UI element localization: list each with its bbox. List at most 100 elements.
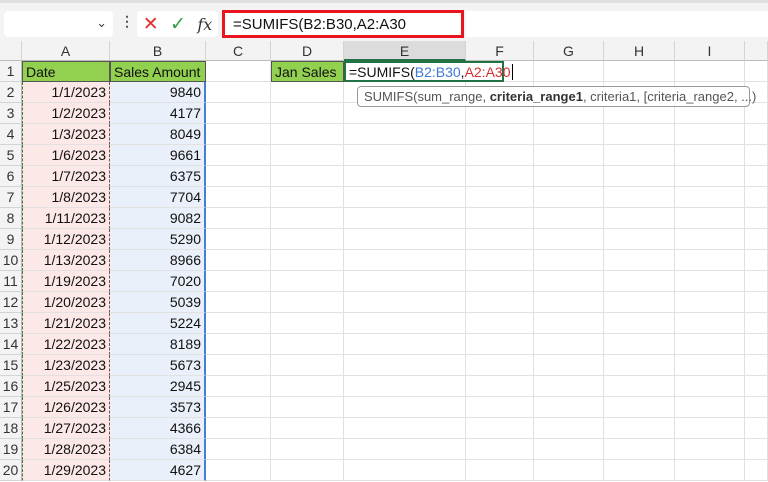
column-header-E[interactable]: E [344,41,466,61]
cell[interactable] [271,397,344,418]
more-options-icon[interactable]: ⋮ [120,13,134,30]
name-box[interactable]: ⌄ [4,11,113,37]
cell[interactable] [675,292,745,313]
cell[interactable] [344,418,466,439]
cell[interactable] [466,187,534,208]
row-header-14[interactable]: 14 [0,334,22,355]
cell[interactable] [604,334,675,355]
cell[interactable] [466,313,534,334]
cell[interactable] [745,229,768,250]
sales-amount-cell[interactable]: 5290 [110,229,206,250]
row-header-10[interactable]: 10 [0,250,22,271]
row-header-8[interactable]: 8 [0,208,22,229]
cell[interactable] [466,229,534,250]
cell[interactable] [206,145,271,166]
cell[interactable] [206,334,271,355]
cell[interactable] [534,418,604,439]
cell[interactable] [344,187,466,208]
cell[interactable] [604,208,675,229]
cell[interactable] [745,460,768,481]
row-header-20[interactable]: 20 [0,460,22,481]
cell[interactable] [206,418,271,439]
cell[interactable] [745,418,768,439]
cell[interactable] [466,460,534,481]
cell[interactable] [466,376,534,397]
cell[interactable] [534,166,604,187]
cell[interactable] [675,166,745,187]
cell[interactable] [344,439,466,460]
cell[interactable] [206,292,271,313]
cell[interactable] [534,187,604,208]
header-sales-amount[interactable]: Sales Amount [110,61,206,82]
formula-input-extension[interactable] [466,11,768,37]
sales-amount-cell[interactable]: 4177 [110,103,206,124]
row-header-3[interactable]: 3 [0,103,22,124]
row-header-2[interactable]: 2 [0,82,22,103]
cell[interactable] [206,166,271,187]
cell[interactable] [466,208,534,229]
cell[interactable] [271,250,344,271]
cell[interactable] [466,271,534,292]
cell[interactable] [271,103,344,124]
cell[interactable] [271,292,344,313]
cell[interactable] [675,271,745,292]
cell[interactable] [466,250,534,271]
row-header-12[interactable]: 12 [0,292,22,313]
cell[interactable] [271,82,344,103]
cell[interactable] [344,145,466,166]
date-cell[interactable]: 1/22/2023 [22,334,110,355]
sales-amount-cell[interactable]: 7704 [110,187,206,208]
cell[interactable] [534,313,604,334]
cell[interactable] [534,376,604,397]
column-header-H[interactable]: H [604,41,675,61]
date-cell[interactable]: 1/25/2023 [22,376,110,397]
date-cell[interactable]: 1/28/2023 [22,439,110,460]
cell[interactable] [675,460,745,481]
cell[interactable] [675,418,745,439]
date-cell[interactable]: 1/2/2023 [22,103,110,124]
cell[interactable] [344,166,466,187]
cell[interactable] [466,397,534,418]
cell[interactable] [604,271,675,292]
cell[interactable] [534,271,604,292]
row-header-19[interactable]: 19 [0,439,22,460]
cell[interactable] [675,145,745,166]
cell[interactable] [675,124,745,145]
row-header-5[interactable]: 5 [0,145,22,166]
cell[interactable] [604,250,675,271]
select-all-corner[interactable] [0,41,22,61]
date-cell[interactable]: 1/29/2023 [22,460,110,481]
cell[interactable] [344,460,466,481]
cell[interactable] [271,439,344,460]
cell[interactable] [745,292,768,313]
cell[interactable] [206,82,271,103]
date-cell[interactable]: 1/6/2023 [22,145,110,166]
cell[interactable] [206,250,271,271]
cell[interactable] [534,460,604,481]
date-cell[interactable]: 1/26/2023 [22,397,110,418]
sales-amount-cell[interactable]: 4627 [110,460,206,481]
cell[interactable] [206,376,271,397]
column-header-extra[interactable] [745,41,768,61]
cell[interactable] [271,124,344,145]
cell[interactable] [745,61,768,82]
cell[interactable] [604,292,675,313]
cell[interactable] [271,271,344,292]
cell[interactable] [604,229,675,250]
date-cell[interactable]: 1/7/2023 [22,166,110,187]
sales-amount-cell[interactable]: 4366 [110,418,206,439]
cell[interactable] [206,187,271,208]
cell[interactable] [271,460,344,481]
cell[interactable] [344,397,466,418]
cell[interactable] [675,376,745,397]
cell[interactable] [604,124,675,145]
cell[interactable] [745,124,768,145]
date-cell[interactable]: 1/20/2023 [22,292,110,313]
cell[interactable] [466,334,534,355]
cell[interactable] [344,250,466,271]
cell[interactable] [344,208,466,229]
date-cell[interactable]: 1/1/2023 [22,82,110,103]
cell[interactable] [745,250,768,271]
row-header-11[interactable]: 11 [0,271,22,292]
cell[interactable] [206,355,271,376]
